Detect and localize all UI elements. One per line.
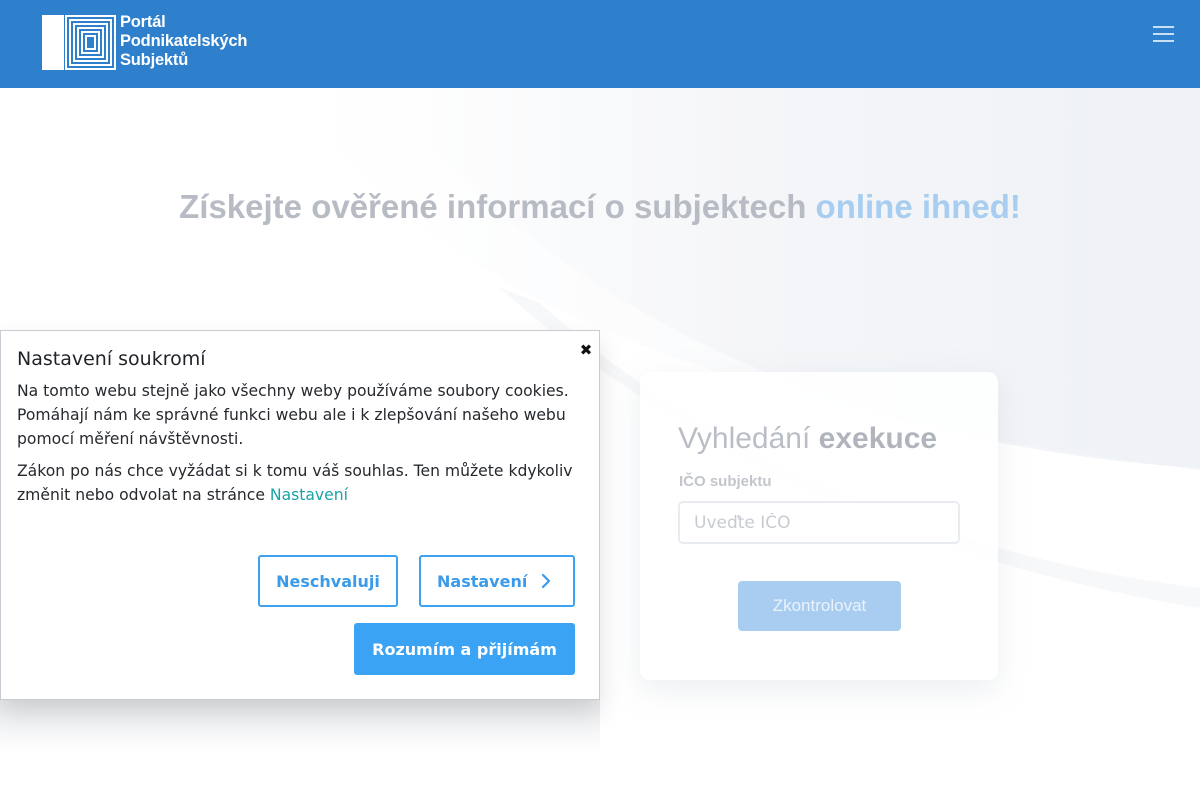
search-card-title-light: Vyhledání xyxy=(678,422,819,455)
site-logo[interactable]: Portál Podnikatelských Subjektů xyxy=(42,13,262,71)
settings-button[interactable]: Nastavení xyxy=(419,555,575,607)
menu-toggle-button[interactable] xyxy=(1150,22,1180,46)
cookie-text-1: Na tomto webu stejně jako všechny weby p… xyxy=(17,382,569,448)
cookie-dialog-shadow xyxy=(0,695,600,755)
settings-link[interactable]: Nastavení xyxy=(270,486,348,504)
hero-title-accent: online ihned! xyxy=(815,188,1021,225)
cookie-dialog: Nastavení soukromí ✖ Na tomto webu stejn… xyxy=(0,330,600,700)
top-navbar: Portál Podnikatelských Subjektů xyxy=(0,0,1200,88)
logo-line-2: Podnikatelských xyxy=(120,32,248,50)
hero-title-main: Získejte ověřené informací o subjektech xyxy=(179,188,816,225)
reject-button[interactable]: Neschvaluji xyxy=(258,555,398,607)
logo-mark-icon xyxy=(42,15,116,70)
logo-text: Portál Podnikatelských Subjektů xyxy=(120,13,247,70)
page: Portál Podnikatelských Subjektů Získejte… xyxy=(0,0,1200,800)
logo-line-1: Portál xyxy=(120,13,166,31)
search-card-title-bold: exekuce xyxy=(818,422,938,455)
cookie-text-2: Zákon po nás chce vyžádat si k tomu váš … xyxy=(17,459,577,507)
hamburger-icon xyxy=(1153,26,1174,42)
chevron-right-icon xyxy=(541,573,551,589)
accept-button[interactable]: Rozumím a přijímám xyxy=(354,623,575,675)
cookie-dialog-title: Nastavení soukromí xyxy=(17,348,206,370)
ico-input[interactable] xyxy=(678,501,960,544)
check-button[interactable]: Zkontrolovat xyxy=(738,581,901,631)
close-icon[interactable]: ✖ xyxy=(578,341,594,359)
search-card: Vyhledání exekuce IČO subjektu Zkontrolo… xyxy=(640,372,998,680)
logo-line-3: Subjektů xyxy=(120,51,189,69)
settings-button-label: Nastavení xyxy=(437,571,528,591)
search-card-title: Vyhledání exekuce xyxy=(678,422,937,456)
ico-field-label: IČO subjektu xyxy=(679,473,772,490)
hero-title: Získejte ověřené informací o subjektech … xyxy=(0,186,1200,227)
